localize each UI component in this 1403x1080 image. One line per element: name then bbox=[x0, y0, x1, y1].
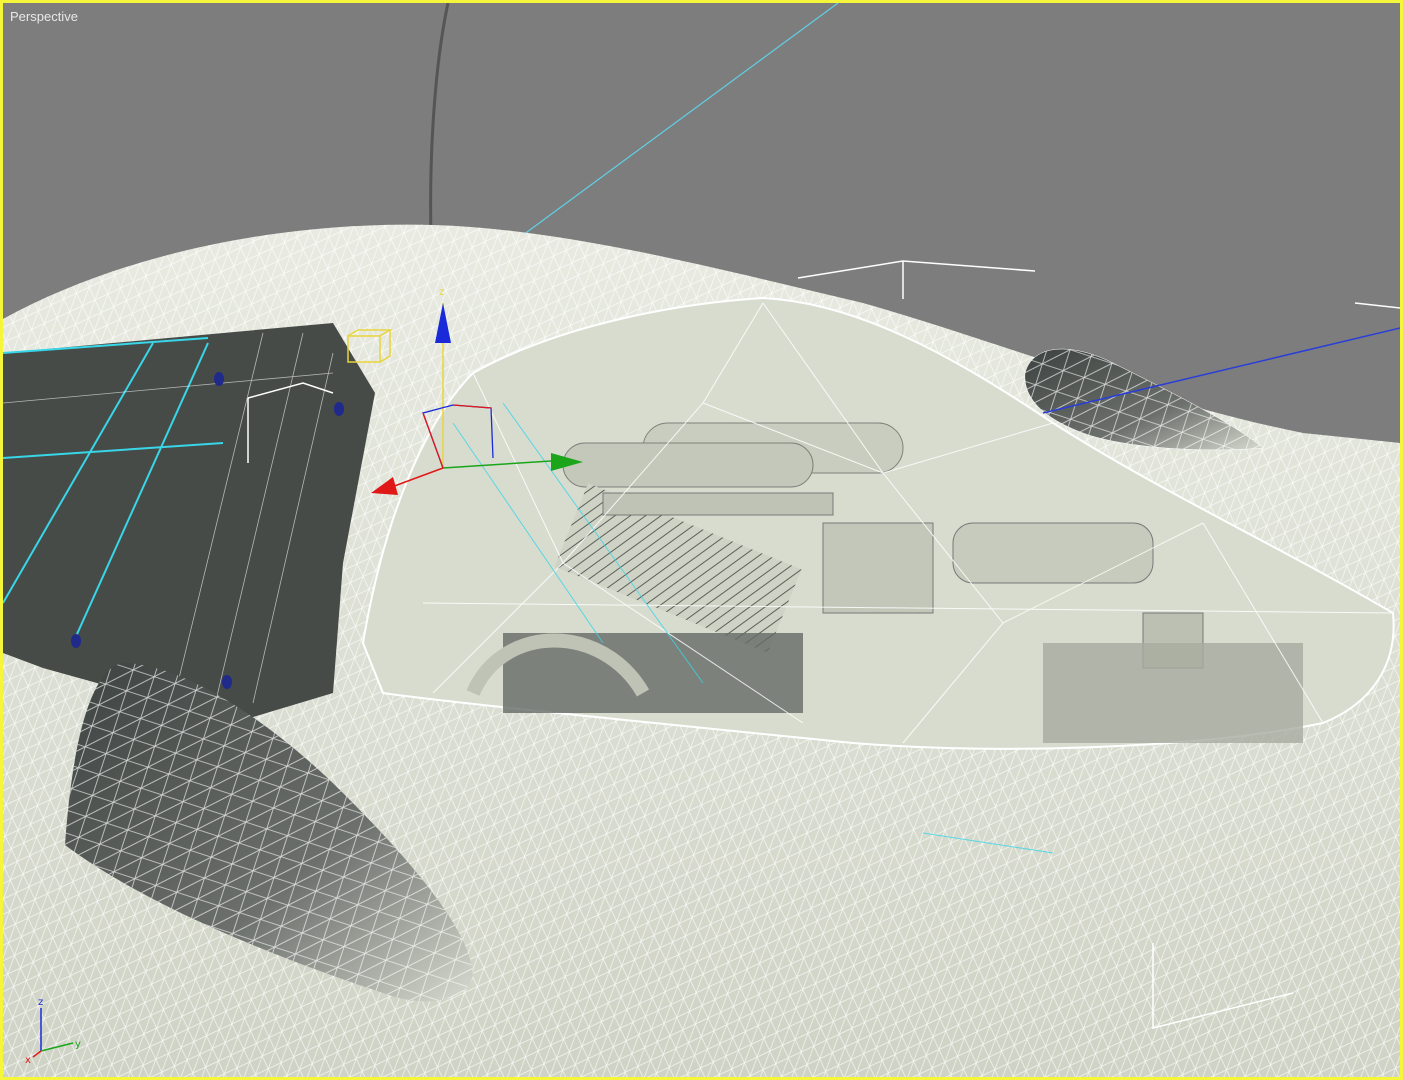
gizmo-z-label: z bbox=[439, 287, 444, 298]
tripod-z-label: z bbox=[38, 997, 43, 1008]
tripod-y-label: y bbox=[75, 1039, 81, 1050]
viewport-label[interactable]: Perspective bbox=[10, 9, 78, 24]
antenna-mesh[interactable] bbox=[429, 3, 450, 238]
tripod-x-label: x bbox=[25, 1055, 31, 1066]
scene-guide-line bbox=[522, 3, 839, 236]
perspective-viewport[interactable]: Perspective z z y x bbox=[0, 0, 1403, 1080]
scene-canvas[interactable]: z z y x bbox=[3, 3, 1400, 1077]
